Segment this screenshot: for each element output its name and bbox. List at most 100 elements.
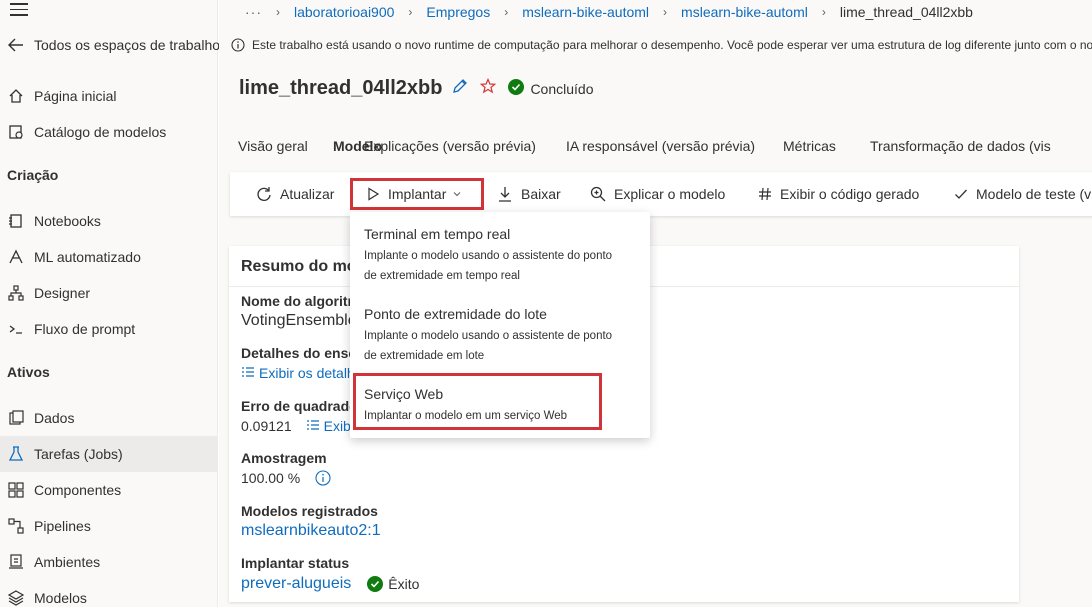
endpoint-link[interactable]: prever-alugueis [241, 575, 351, 593]
menu-item-batch-endpoint[interactable]: Ponto de extremidade do lote Implante o … [364, 306, 644, 366]
tab-overview[interactable]: Visão geral [238, 135, 333, 165]
deploy-highlight-box [350, 178, 484, 210]
algorithm-value: VotingEnsemble [241, 312, 357, 329]
chevron-right-icon: › [663, 5, 668, 19]
menu-item-description-line: Implante o modelo usando o assistente do… [364, 250, 613, 262]
deploy-dropdown-menu: Terminal em tempo real Implante o modelo… [350, 212, 650, 438]
error-metric-link[interactable]: Exib [306, 418, 351, 434]
flask-icon [7, 445, 25, 463]
hashtag-icon [758, 187, 772, 201]
ensemble-details-link-text: Exibir os detalh [259, 365, 355, 381]
breadcrumb-jobs[interactable]: Empregos [426, 4, 490, 20]
breadcrumb-overflow[interactable]: ··· [245, 4, 262, 20]
info-banner: Este trabalho está usando o novo runtime… [219, 33, 1092, 57]
designer-icon [7, 284, 25, 302]
section-assets: Ativos [7, 364, 50, 380]
tab-metrics[interactable]: Métricas [783, 135, 870, 165]
sidebar-item-label: Dados [34, 410, 75, 426]
sidebar-item-prompt-flow[interactable]: Fluxo de prompt [0, 311, 218, 347]
sidebar-item-label: Tarefas (Jobs) [34, 446, 123, 462]
zoom-magnifier-icon [590, 186, 606, 202]
prompt-flow-icon [7, 320, 25, 338]
explain-model-label: Explicar o modelo [614, 186, 726, 202]
test-model-label: Modelo de teste (v [976, 186, 1092, 202]
command-bar: Atualizar Implantar Baixar Explicar o mo… [230, 172, 1092, 216]
refresh-label: Atualizar [280, 186, 335, 202]
tab-data-transformation[interactable]: Transformação de dados (vis [870, 135, 1051, 165]
menu-item-realtime-endpoint[interactable]: Terminal em tempo real Implante o modelo… [364, 226, 644, 286]
section-creation: Criação [7, 167, 59, 183]
refresh-button[interactable]: Atualizar [256, 172, 334, 216]
sidebar-item-automl[interactable]: ML automatizado [0, 239, 218, 275]
menu-item-description: Implante o modelo usando o assistente de… [364, 326, 644, 366]
pipelines-icon [7, 517, 25, 535]
registered-model-link[interactable]: mslearnbikeauto2:1 [241, 522, 381, 540]
view-generated-code-button[interactable]: Exibir o código gerado [758, 172, 919, 216]
check-circle-icon [367, 576, 384, 592]
deploy-status-value: Êxito [388, 576, 420, 592]
menu-item-title: Terminal em tempo real [364, 226, 511, 242]
info-icon[interactable] [315, 470, 331, 486]
sidebar-item-label: Notebooks [34, 213, 101, 229]
download-label: Baixar [521, 186, 561, 202]
page-header: lime_thread_04ll2xbb Concluído [239, 77, 593, 100]
breadcrumb-parent-job[interactable]: mslearn-bike-automl [681, 4, 808, 20]
data-icon [7, 409, 25, 427]
breadcrumb-workspace[interactable]: laboratorioai900 [294, 4, 394, 20]
info-icon [231, 38, 245, 52]
test-model-button[interactable]: Modelo de teste (v [954, 172, 1091, 216]
ensemble-details-link[interactable]: Exibir os detalh [241, 365, 355, 381]
back-to-workspaces[interactable]: Todos os espaços de trabalho [0, 27, 220, 63]
left-navigation: Todos os espaços de trabalho Página inic… [0, 0, 220, 607]
download-icon [497, 186, 513, 202]
info-banner-text: Este trabalho está usando o novo runtime… [252, 38, 1092, 52]
sidebar-item-pipelines[interactable]: Pipelines [0, 508, 218, 544]
notebook-icon [7, 212, 25, 230]
automl-icon [7, 248, 25, 266]
sidebar-item-label: Modelos [34, 590, 87, 606]
sidebar-item-notebooks[interactable]: Notebooks [0, 203, 218, 239]
card-title: Resumo do mo [241, 258, 357, 275]
models-icon [7, 589, 25, 607]
sidebar-item-label: Designer [34, 285, 91, 301]
catalog-icon [7, 123, 25, 141]
edit-pencil-icon[interactable] [452, 78, 468, 99]
download-button[interactable]: Baixar [497, 172, 561, 216]
sidebar-item-jobs[interactable]: Tarefas (Jobs) [0, 436, 218, 472]
sidebar-item-data[interactable]: Dados [0, 400, 218, 436]
sidebar-item-label: Pipelines [34, 518, 91, 534]
sampling-value: 100.00 % [241, 470, 301, 486]
menu-item-description-line: Implante o modelo usando o assistente de… [364, 330, 613, 342]
hamburger-menu-icon[interactable] [10, 3, 28, 17]
favorite-star-icon[interactable] [480, 77, 497, 99]
sidebar-item-label: Página inicial [34, 88, 117, 104]
status-badge: Concluído [508, 79, 593, 98]
ensemble-details-label: Detalhes do ense [241, 345, 357, 361]
sidebar-item-home[interactable]: Página inicial [0, 78, 218, 114]
menu-item-title: Ponto de extremidade do lote [364, 306, 547, 322]
chevron-right-icon: › [821, 5, 826, 19]
components-icon [7, 481, 25, 499]
chevron-right-icon: › [276, 5, 280, 19]
menu-item-description-line: de extremidade em lote [364, 350, 485, 362]
deploy-status-row: prever-alugueis Êxito [241, 575, 419, 593]
error-metric-link-text: Exib [323, 418, 351, 434]
sidebar-item-environments[interactable]: Ambientes [0, 544, 218, 580]
checkmark-icon [954, 187, 968, 201]
algorithm-label: Nome do algoritr [241, 293, 354, 309]
tab-bar: Visão geral Modelo Explicações (versão p… [238, 135, 1092, 165]
error-metric-row: 0.09121 Exib [241, 418, 351, 434]
tab-responsible-ai[interactable]: IA responsável (versão prévia) [566, 135, 783, 165]
sidebar-item-designer[interactable]: Designer [0, 275, 218, 311]
explain-model-button[interactable]: Explicar o modelo [590, 172, 725, 216]
sidebar-item-components[interactable]: Componentes [0, 472, 218, 508]
sidebar-item-label: Componentes [34, 482, 122, 498]
breadcrumb-experiment[interactable]: mslearn-bike-automl [522, 4, 649, 20]
tab-explanations[interactable]: Explicações (versão prévia) [364, 135, 566, 165]
registered-models-label: Modelos registrados [241, 503, 378, 519]
sidebar-item-models[interactable]: Modelos [0, 580, 218, 607]
error-metric-label: Erro de quadrado [241, 398, 358, 414]
sidebar-item-model-catalog[interactable]: Catálogo de modelos [0, 114, 218, 150]
sidebar-item-label: Fluxo de prompt [34, 321, 136, 337]
breadcrumb-current: lime_thread_04ll2xbb [839, 4, 973, 20]
